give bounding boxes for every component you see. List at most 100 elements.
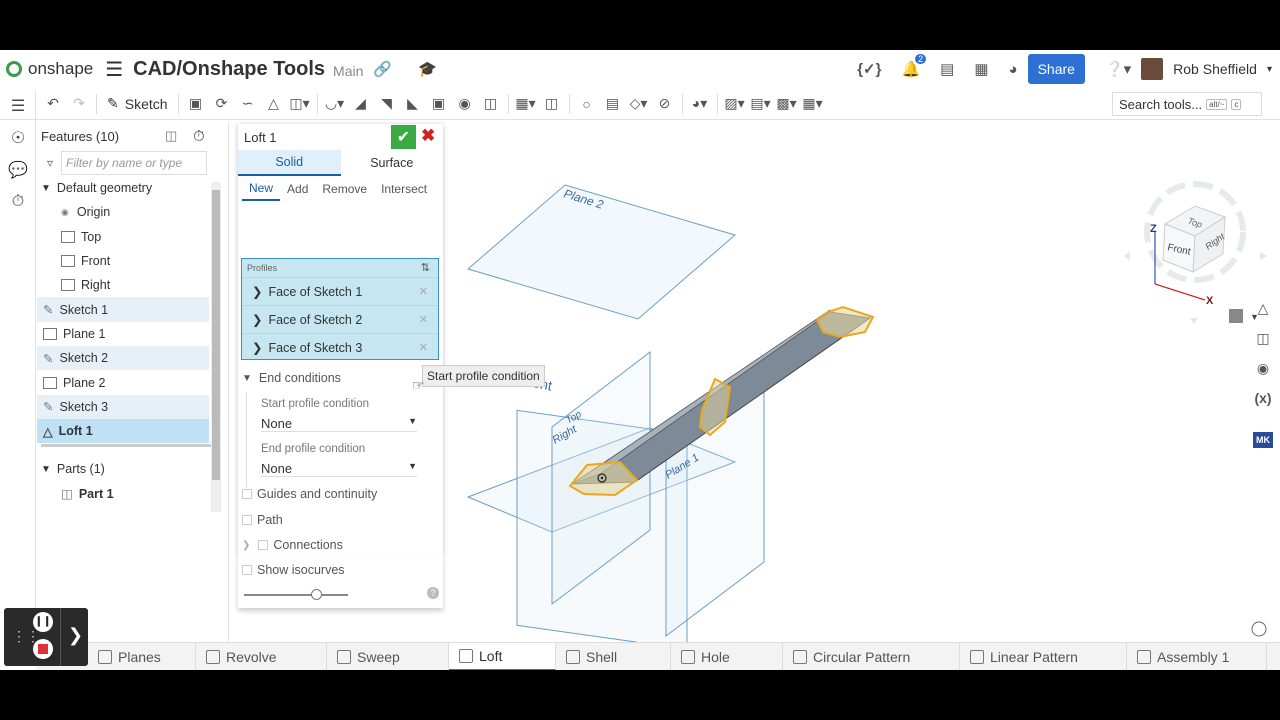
link-icon[interactable]: 🔗: [373, 60, 392, 78]
tab-revolve[interactable]: Revolve: [196, 643, 327, 670]
delete-part-icon[interactable]: ⊘: [652, 92, 678, 116]
remove-icon[interactable]: ✕: [419, 285, 428, 298]
app-store-icon[interactable]: ▦: [974, 60, 988, 78]
thicken-icon[interactable]: ◫▾: [287, 92, 313, 116]
mass-properties-icon[interactable]: ◉: [1248, 354, 1278, 382]
remove-icon[interactable]: ✕: [419, 341, 428, 354]
filter-input[interactable]: Filter by name or type: [61, 151, 208, 175]
comments-icon[interactable]: 💬: [0, 154, 36, 186]
guides-checkbox[interactable]: [242, 489, 252, 499]
rotate-down-arrow-icon[interactable]: [1190, 318, 1198, 324]
tab-loft[interactable]: Loft: [449, 643, 556, 670]
feature-right[interactable]: Right: [37, 273, 209, 297]
accept-button[interactable]: ✔: [391, 125, 416, 149]
tab-linear-pattern[interactable]: Linear Pattern: [960, 643, 1127, 670]
boolean-icon[interactable]: ○: [574, 92, 600, 116]
fillet-icon[interactable]: ◡▾: [322, 92, 348, 116]
plane-icon[interactable]: ▨▾: [722, 92, 748, 116]
view-mode-icon[interactable]: [1229, 309, 1243, 323]
isocurve-slider-handle[interactable]: [311, 589, 322, 600]
end-condition-select[interactable]: None ▼: [261, 461, 417, 477]
tab-shell[interactable]: Shell: [556, 643, 671, 670]
view-cube[interactable]: Top Front Right Z X: [1123, 181, 1267, 324]
feature-top[interactable]: Top: [37, 225, 209, 249]
variables-icon[interactable]: {✓}: [857, 60, 881, 78]
tab-hole[interactable]: Hole: [671, 643, 783, 670]
zoom-fit-icon[interactable]: [1251, 621, 1267, 637]
remove-icon[interactable]: ✕: [419, 313, 428, 326]
rotate-left-arrow-icon[interactable]: [1123, 252, 1130, 260]
feature-plane-1[interactable]: Plane 1: [37, 322, 209, 346]
revolve-icon[interactable]: ⟳: [209, 92, 235, 116]
part-1[interactable]: ◫ Part 1: [37, 482, 209, 506]
tab-solid[interactable]: Solid: [238, 150, 341, 176]
filter-icon[interactable]: ▿: [47, 156, 53, 170]
end-conditions-section[interactable]: ▼ End conditions: [242, 371, 341, 385]
feature-list-icon[interactable]: ☰: [0, 90, 36, 122]
sheet-metal-icon[interactable]: ▦▾: [800, 92, 826, 116]
isocurve-slider-track[interactable]: [244, 594, 348, 596]
appearance-icon[interactable]: △: [1248, 294, 1278, 322]
default-geometry-group[interactable]: ▼ Default geometry: [37, 176, 209, 200]
sweep-icon[interactable]: ∽: [235, 92, 261, 116]
cancel-button[interactable]: ✖: [421, 126, 435, 146]
profiles-list[interactable]: Profiles ⇅ ❯ Face of Sketch 1 ✕ ❯ Face of Sk…: [241, 258, 439, 360]
loft-title[interactable]: Loft 1: [244, 130, 277, 145]
stop-button[interactable]: [33, 639, 53, 659]
share-button[interactable]: Share: [1027, 54, 1085, 84]
instances-icon[interactable]: ☉: [0, 122, 36, 154]
notifications-icon[interactable]: 🔔 2: [901, 54, 927, 78]
op-remove[interactable]: Remove: [315, 178, 374, 200]
tab-assembly-1[interactable]: Assembly 1: [1127, 643, 1267, 670]
transform-icon[interactable]: ◇▾: [626, 92, 652, 116]
chamfer-icon[interactable]: ◢: [348, 92, 374, 116]
connections-option[interactable]: ❯ Connections: [242, 538, 343, 552]
profile-item[interactable]: ❯ Face of Sketch 2 ✕: [242, 305, 438, 333]
tab-circular-pattern[interactable]: Circular Pattern: [783, 643, 960, 670]
feature-plane-2[interactable]: Plane 2: [37, 370, 209, 394]
op-add[interactable]: Add: [280, 178, 315, 200]
profile-item[interactable]: ❯ Face of Sketch 1 ✕: [242, 277, 438, 305]
op-new[interactable]: New: [242, 177, 281, 201]
hole-icon[interactable]: ◉: [452, 92, 478, 116]
undo-icon[interactable]: ↶: [40, 92, 66, 116]
menu-icon[interactable]: ☰: [105, 57, 123, 82]
sort-icon[interactable]: ⇅: [421, 261, 430, 274]
mk-app-icon[interactable]: MK: [1248, 426, 1278, 454]
extrude-icon[interactable]: ▣: [183, 92, 209, 116]
redo-icon[interactable]: ↷: [66, 92, 92, 116]
feature-sketch-3[interactable]: ✎ Sketch 3: [37, 394, 209, 419]
start-condition-select[interactable]: None ▼: [261, 416, 417, 432]
shell-icon[interactable]: ▣: [426, 92, 452, 116]
expand-arrow-icon[interactable]: ❯: [68, 625, 83, 646]
help-icon[interactable]: ?: [427, 587, 439, 599]
guides-option[interactable]: Guides and continuity: [242, 487, 377, 501]
tab-planes[interactable]: Planes: [88, 643, 196, 670]
loft-icon[interactable]: △: [261, 92, 287, 116]
isocurves-checkbox[interactable]: [242, 565, 252, 575]
isocurves-option[interactable]: Show isocurves: [242, 563, 345, 577]
learning-cap-icon[interactable]: 🎓: [418, 60, 437, 78]
profile-item[interactable]: ❯ Face of Sketch 3 ✕: [242, 333, 438, 361]
op-intersect[interactable]: Intersect: [374, 178, 434, 200]
learning-center-icon[interactable]: ◕: [1009, 61, 1018, 78]
scroll-thumb[interactable]: [212, 190, 220, 480]
connections-checkbox[interactable]: [258, 540, 269, 550]
tab-sweep[interactable]: Sweep: [327, 643, 449, 670]
onshape-logo[interactable]: onshape: [6, 59, 93, 79]
add-folder-icon[interactable]: ◫: [165, 128, 177, 144]
branch-name[interactable]: Main: [333, 63, 363, 79]
draft-icon[interactable]: ◥: [374, 92, 400, 116]
sketch-button[interactable]: ✎ Sketch: [101, 95, 174, 112]
feature-loft-1[interactable]: △ Loft 1: [37, 418, 209, 444]
cylinder-icon[interactable]: ◫: [478, 92, 504, 116]
rib-icon[interactable]: ◣: [400, 92, 426, 116]
parts-group[interactable]: ▼ Parts (1): [37, 457, 209, 481]
variable-table-icon[interactable]: (x): [1248, 384, 1278, 412]
feature-front[interactable]: Front: [37, 249, 209, 273]
tab-surface[interactable]: Surface: [341, 150, 444, 176]
mate-connector-icon[interactable]: ▤▾: [748, 92, 774, 116]
user-name[interactable]: Rob Sheffield: [1173, 61, 1257, 77]
user-menu-chevron-icon[interactable]: ▾: [1267, 64, 1272, 75]
release-icon[interactable]: ▤: [940, 60, 954, 78]
